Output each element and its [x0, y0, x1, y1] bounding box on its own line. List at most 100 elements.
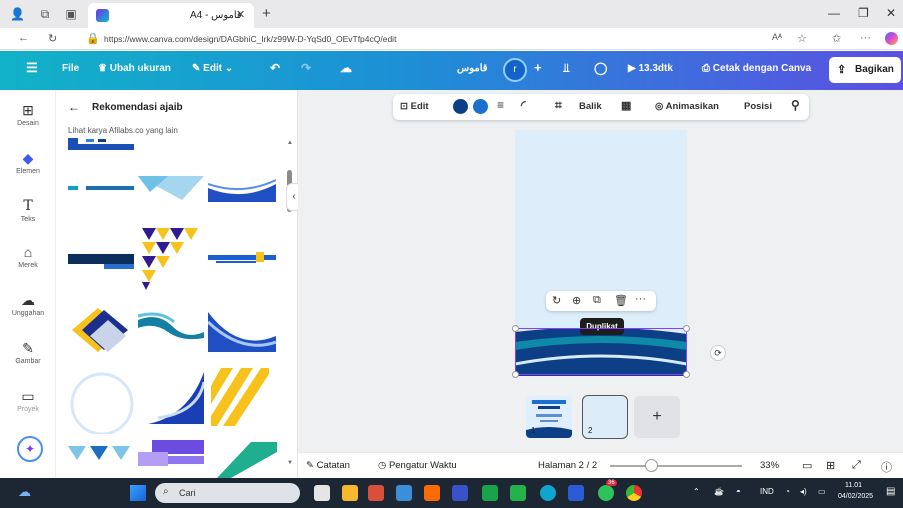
element-thumbnail[interactable]: [68, 370, 134, 434]
file-explorer-icon[interactable]: [342, 485, 358, 501]
element-thumbnail[interactable]: [208, 312, 276, 352]
element-thumbnail[interactable]: [208, 250, 276, 268]
fullscreen-icon[interactable]: ⤢: [852, 459, 861, 472]
more-by-author-link[interactable]: Lihat karya Afilabs.co yang lain: [68, 126, 178, 135]
close-tab-icon[interactable]: ✕: [236, 8, 245, 21]
cloud-saved-icon[interactable]: ☁: [340, 61, 352, 75]
page-thumbnail-1[interactable]: 1: [526, 396, 572, 438]
app-icon[interactable]: [368, 485, 384, 501]
minimize-icon[interactable]: —: [828, 6, 840, 20]
resize-button[interactable]: ♛ Ubah ukuran: [98, 63, 171, 74]
lock-icon[interactable]: ⊕: [572, 294, 581, 307]
app-icon[interactable]: [510, 485, 526, 501]
animate-button[interactable]: ◎ Animasikan: [655, 101, 719, 112]
notifications-icon[interactable]: ▤: [886, 486, 895, 497]
element-thumbnail[interactable]: [68, 252, 134, 270]
tray-app-icon[interactable]: ◓: [736, 487, 741, 496]
resize-handle-top-left[interactable]: [512, 325, 519, 332]
more-options-icon[interactable]: ···: [635, 293, 646, 305]
element-thumbnail[interactable]: [68, 302, 134, 358]
read-aloud-icon[interactable]: Aᴬ: [772, 32, 782, 42]
page-view-icon[interactable]: ▭: [802, 459, 812, 472]
volume-icon[interactable]: ◂): [800, 487, 807, 496]
print-button[interactable]: ⎙ Cetak dengan Canva: [702, 63, 811, 74]
page-indicator[interactable]: Halaman 2 / 2: [538, 460, 597, 471]
insights-chart-icon[interactable]: ⫫: [563, 61, 570, 76]
scroll-up-icon[interactable]: ▲: [287, 140, 293, 146]
color-swatch-navy[interactable]: [453, 99, 468, 114]
clock-time[interactable]: 11.01: [845, 482, 862, 489]
new-tab-icon[interactable]: +: [262, 5, 271, 22]
element-thumbnail[interactable]: [138, 312, 204, 344]
element-thumbnail[interactable]: [138, 372, 204, 424]
restore-icon[interactable]: ❐: [858, 6, 869, 20]
url-field[interactable]: 🔒 https://www.canva.com/design/DAGbhiC_I…: [78, 29, 798, 49]
tab-actions-icon[interactable]: ▣: [64, 7, 78, 21]
close-window-icon[interactable]: ✕: [886, 6, 896, 20]
wifi-icon[interactable]: ◔: [785, 487, 790, 496]
tray-app-icon[interactable]: ☕: [714, 487, 724, 496]
element-thumbnail[interactable]: [211, 442, 277, 478]
timer-button[interactable]: ◷ Pengatur Waktu: [378, 460, 457, 471]
app-icon[interactable]: [482, 485, 498, 501]
chrome-icon[interactable]: [626, 485, 642, 501]
back-arrow-icon[interactable]: ←: [68, 100, 80, 114]
crop-icon[interactable]: ⌗: [555, 98, 562, 113]
corner-rounding-icon[interactable]: ◜: [521, 98, 526, 112]
firefox-icon[interactable]: [424, 485, 440, 501]
zoom-level[interactable]: 33%: [760, 460, 779, 471]
trash-icon[interactable]: 🗑: [614, 294, 628, 307]
menu-icon[interactable]: ☰: [26, 60, 38, 76]
rail-item-uploads[interactable]: ☁ Unggahan: [0, 292, 56, 317]
battery-icon[interactable]: ▭: [818, 487, 826, 496]
selection-box[interactable]: [515, 328, 687, 375]
resize-handle-bottom-right[interactable]: [683, 371, 690, 378]
undo-icon[interactable]: ↶: [270, 61, 280, 75]
magic-sparkle-button[interactable]: ✦: [17, 436, 43, 462]
notes-button[interactable]: ✎ Catatan: [306, 460, 350, 471]
language-indicator[interactable]: IND: [760, 487, 774, 496]
edge-icon[interactable]: [540, 485, 556, 501]
position-button[interactable]: Posisi: [744, 101, 772, 112]
app-icon[interactable]: [452, 485, 468, 501]
element-thumbnail[interactable]: [68, 182, 134, 196]
app-icon[interactable]: [396, 485, 412, 501]
edit-image-button[interactable]: ⊡ Edit: [400, 101, 429, 112]
rail-item-design[interactable]: ⊞ Desain: [0, 102, 56, 127]
more-icon[interactable]: ···: [860, 32, 871, 44]
rail-item-brand[interactable]: ⌂ Merek: [0, 244, 56, 269]
avatar[interactable]: r: [503, 58, 527, 82]
file-menu[interactable]: File: [62, 63, 79, 74]
task-view-icon[interactable]: [314, 485, 330, 501]
add-page-button[interactable]: +: [634, 396, 680, 438]
rotate-refresh-icon[interactable]: ↻: [552, 294, 561, 307]
rotate-handle-icon[interactable]: ⟳: [710, 345, 726, 361]
element-thumbnail[interactable]: [68, 446, 134, 478]
element-thumbnail[interactable]: [138, 440, 204, 478]
resize-handle-bottom-left[interactable]: [512, 371, 519, 378]
copy-style-icon[interactable]: ⚲: [791, 98, 800, 112]
invite-plus-icon[interactable]: +: [534, 60, 542, 75]
present-button[interactable]: ▶ 13.3dtk: [628, 63, 673, 74]
favorite-icon[interactable]: ☆: [797, 32, 807, 45]
resize-handle-top-right[interactable]: [683, 325, 690, 332]
element-thumbnail[interactable]: [138, 176, 204, 200]
redo-icon[interactable]: ↷: [301, 61, 311, 75]
rail-item-projects[interactable]: ▭ Proyek: [0, 388, 56, 413]
zoom-slider-knob[interactable]: [645, 459, 658, 472]
workspaces-icon[interactable]: ⧉: [38, 7, 52, 21]
line-weight-icon[interactable]: ≡: [497, 98, 504, 112]
grid-view-icon[interactable]: ⊞: [826, 459, 835, 472]
copilot-icon[interactable]: [885, 32, 898, 45]
profile-icon[interactable]: 👤: [10, 7, 25, 21]
element-thumbnail[interactable]: [208, 178, 276, 202]
clock-date[interactable]: 04/02/2025: [838, 493, 873, 500]
duplicate-icon[interactable]: ⧉: [593, 294, 601, 307]
flip-button[interactable]: Balik: [579, 101, 602, 112]
start-windows-icon[interactable]: [130, 485, 146, 501]
browser-tab[interactable]: قاموس - A4 ✕: [88, 3, 254, 28]
color-swatch-blue[interactable]: [473, 99, 488, 114]
rail-item-draw[interactable]: ✎ Gambar: [0, 340, 56, 365]
whatsapp-icon[interactable]: [598, 485, 614, 501]
widgets-icon[interactable]: ☁: [18, 484, 31, 500]
